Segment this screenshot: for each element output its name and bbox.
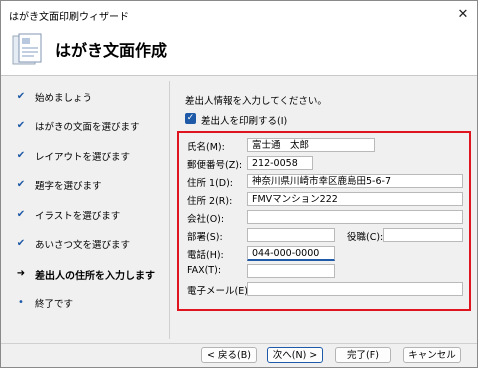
step-select-title-text: ✔ 題字を選びます (1, 174, 165, 196)
step-label: 題字を選びます (35, 181, 102, 192)
company-field[interactable] (247, 210, 463, 224)
check-icon: ✔ (16, 238, 26, 249)
postal-code-label: 郵便番号(Z): (187, 160, 243, 171)
address1-label: 住所 1(D): (187, 178, 233, 189)
cancel-button[interactable]: キャンセル (403, 347, 461, 363)
back-button[interactable]: < 戻る(B) (201, 347, 257, 363)
postcard-wizard-icon (12, 33, 42, 65)
window-title: はがき文面印刷ウィザード (9, 12, 129, 23)
next-button[interactable]: 次へ(N) > (267, 347, 323, 363)
job-title-field[interactable] (383, 228, 463, 242)
step-finish: • 終了です (1, 292, 165, 314)
address2-field[interactable]: FMVマンション222 (247, 192, 463, 206)
bullet-icon: • (18, 297, 24, 308)
email-label: 電子メール(E): (187, 286, 252, 297)
page-title: はがき文面作成 (55, 41, 168, 60)
wizard-steps: ✔ 始めましょう ✔ はがきの文面を選びます ✔ レイアウトを選びます ✔ 題字… (1, 76, 165, 344)
company-label: 会社(O): (187, 214, 225, 225)
email-field[interactable] (247, 282, 463, 296)
step-select-layout: ✔ レイアウトを選びます (1, 145, 165, 167)
title-bar: はがき文面印刷ウィザード ✕ (1, 1, 477, 27)
finish-button[interactable]: 完了(F) (335, 347, 391, 363)
step-label: あいさつ文を選びます (35, 240, 131, 251)
address2-label: 住所 2(R): (187, 196, 233, 207)
check-icon: ✔ (16, 91, 26, 102)
step-select-illustration: ✔ イラストを選びます (1, 204, 165, 226)
step-label: 差出人の住所を入力します (35, 271, 155, 282)
postal-code-field[interactable]: 212-0058 (247, 156, 313, 170)
name-label: 氏名(M): (187, 142, 225, 153)
phone-label: 電話(H): (187, 250, 224, 261)
step-label: はがきの文面を選びます (35, 122, 140, 133)
sender-info-form: 氏名(M): 富士通 太郎 郵便番号(Z): 212-0058 住所 1(D):… (177, 131, 471, 311)
name-field[interactable]: 富士通 太郎 (247, 138, 375, 152)
wizard-header: はがき文面作成 (1, 27, 477, 76)
job-title-label: 役職(C): (347, 232, 384, 243)
fax-field[interactable] (247, 264, 335, 278)
step-label: 終了です (35, 299, 74, 310)
step-label: 始めましょう (35, 93, 93, 104)
department-label: 部署(S): (187, 232, 223, 243)
step-start: ✔ 始めましょう (1, 86, 165, 108)
step-select-greeting: ✔ あいさつ文を選びます (1, 233, 165, 255)
footer-divider (1, 343, 477, 344)
check-icon: ✔ (16, 120, 26, 131)
check-icon: ✔ (16, 150, 26, 161)
address1-field[interactable]: 神奈川県川崎市幸区鹿島田5-6-7 (247, 174, 463, 188)
checkmark-icon[interactable]: ✓ (185, 113, 196, 124)
check-icon: ✔ (16, 209, 26, 220)
arrow-right-icon: ➜ (16, 268, 26, 279)
divider (169, 81, 170, 339)
department-field[interactable] (247, 228, 335, 242)
check-icon: ✔ (16, 179, 26, 190)
instruction-text: 差出人情報を入力してください。 (185, 96, 327, 107)
close-icon[interactable]: ✕ (453, 4, 473, 24)
step-sender-address: ➜ 差出人の住所を入力します (1, 263, 165, 285)
print-sender-label: 差出人を印刷する(I) (201, 116, 288, 127)
step-label: イラストを選びます (35, 211, 121, 222)
wizard-window: はがき文面印刷ウィザード ✕ はがき文面作成 ✔ 始めましょう ✔ はがきの文面… (0, 0, 478, 368)
step-label: レイアウトを選びます (35, 152, 131, 163)
step-select-design: ✔ はがきの文面を選びます (1, 115, 165, 137)
fax-label: FAX(T): (187, 265, 222, 276)
phone-field[interactable]: 044-000-0000 (247, 246, 335, 261)
